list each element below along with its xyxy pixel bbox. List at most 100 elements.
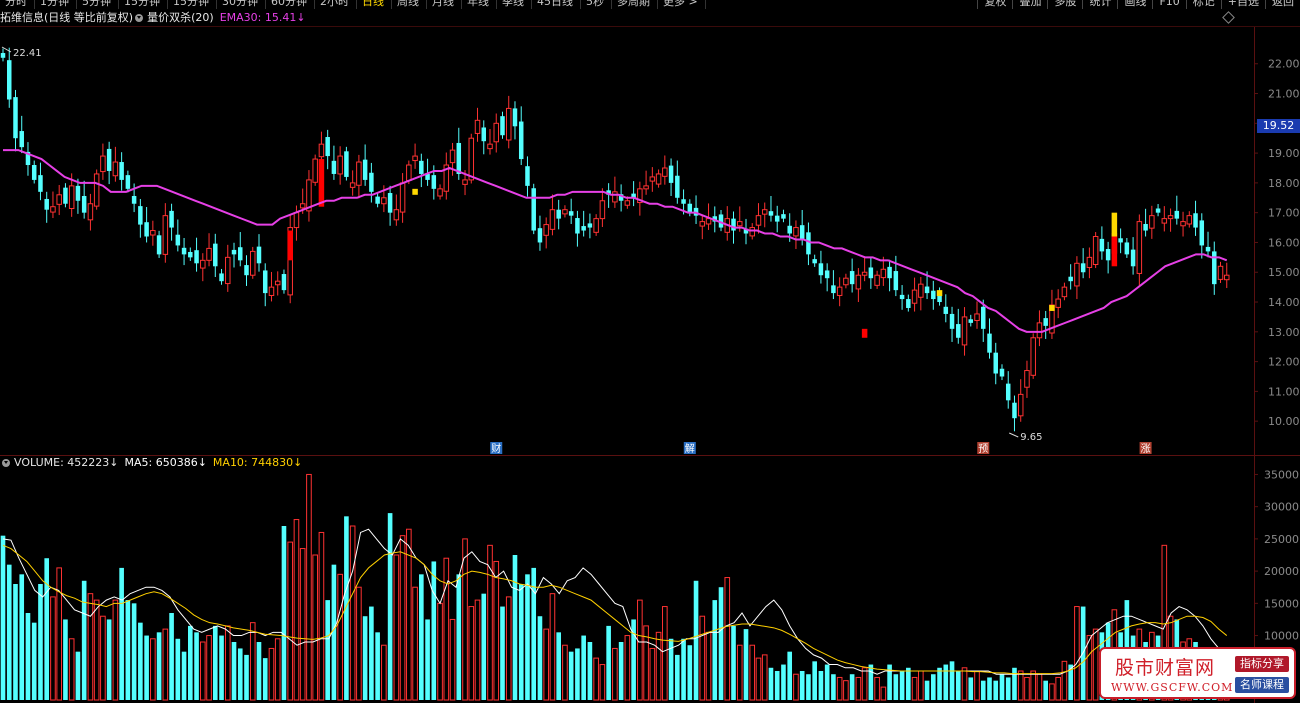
volume-bar xyxy=(38,584,43,700)
candle-body xyxy=(549,209,556,230)
volume-bar xyxy=(724,577,731,701)
volume-bar xyxy=(1061,660,1068,701)
candle-body xyxy=(531,188,536,231)
volume-bar xyxy=(1055,676,1061,701)
candle-body xyxy=(1061,286,1068,298)
volume-bar xyxy=(156,632,162,700)
volume-bar xyxy=(306,473,312,701)
stock-chart[interactable]: 22.0021.0020.0019.0018.0017.0016.0015.00… xyxy=(0,0,1300,703)
volume-bar xyxy=(705,631,712,701)
volume-bar xyxy=(568,651,574,700)
candle-body xyxy=(56,194,62,205)
price-tick-label: 12.00 xyxy=(1268,356,1300,369)
candle-body xyxy=(893,271,899,291)
price-tick-label: 19.00 xyxy=(1268,147,1300,160)
volume-bar xyxy=(587,642,593,700)
volume-bar xyxy=(712,600,718,700)
volume-bar xyxy=(356,586,362,701)
candle-body xyxy=(818,263,824,276)
candle-body xyxy=(562,209,568,215)
volume-bar xyxy=(518,584,524,700)
volume-bar xyxy=(581,635,586,700)
volume-bar xyxy=(543,628,550,701)
candle-body xyxy=(755,215,762,226)
candle-body xyxy=(1012,402,1017,419)
candle-body xyxy=(1143,223,1148,231)
volume-bar xyxy=(906,667,911,700)
volume-bar xyxy=(793,673,799,701)
candle-body xyxy=(1030,337,1036,376)
volume-bar xyxy=(93,599,100,701)
candle-body xyxy=(262,270,268,294)
volume-bar xyxy=(419,574,424,700)
volume-bar xyxy=(818,671,824,700)
signal-candle xyxy=(287,230,293,261)
volume-bar xyxy=(181,651,187,700)
volume-bar xyxy=(918,670,924,701)
candle-body xyxy=(1055,298,1061,308)
volume-bar xyxy=(849,674,855,700)
candle-body xyxy=(668,165,674,183)
volume-bar xyxy=(987,677,992,700)
candle-body xyxy=(799,225,805,240)
volume-bar xyxy=(0,535,6,700)
candle-body xyxy=(1199,220,1205,246)
candle-body xyxy=(824,270,830,279)
volume-bar xyxy=(562,644,568,701)
volume-bar xyxy=(249,622,256,701)
volume-bar xyxy=(449,618,456,701)
volume-bar xyxy=(874,676,880,701)
volume-bar xyxy=(6,564,12,700)
event-marker-label: 财 xyxy=(491,442,501,455)
volume-bar xyxy=(287,541,294,701)
candle-body xyxy=(68,185,75,210)
candle-body xyxy=(593,218,599,233)
candle-body xyxy=(806,232,811,255)
candle-body xyxy=(1043,318,1048,326)
volume-bar xyxy=(256,642,262,700)
candle-body xyxy=(537,228,543,243)
candle-body xyxy=(393,209,400,221)
volume-bar xyxy=(31,622,37,700)
candle-body xyxy=(887,266,892,279)
candle-body xyxy=(874,274,880,286)
candle-body xyxy=(1068,276,1073,282)
volume-bar xyxy=(412,586,418,701)
volume-bar xyxy=(924,680,930,700)
candle-body xyxy=(138,206,143,225)
candle-body xyxy=(449,149,456,164)
candle-body xyxy=(1124,242,1130,255)
volume-bar xyxy=(505,596,512,701)
volume-bar xyxy=(219,635,224,700)
candle-body xyxy=(375,196,380,204)
volume-bar xyxy=(861,667,868,701)
candle-body xyxy=(924,286,930,294)
volume-bar xyxy=(612,647,618,701)
price-tick-label: 16.00 xyxy=(1268,236,1300,249)
candle-body xyxy=(1212,251,1217,285)
volume-bar xyxy=(387,513,393,700)
volume-bar xyxy=(293,519,300,701)
candle-body xyxy=(131,195,137,204)
candle-body xyxy=(543,224,549,236)
price-tick-label: 10.00 xyxy=(1268,415,1300,428)
candle-body xyxy=(1205,246,1211,252)
volume-bar xyxy=(162,628,169,701)
candle-body xyxy=(836,286,843,296)
volume-tick-label: 35000 xyxy=(1264,468,1299,481)
candle-body xyxy=(943,306,949,314)
volume-bar xyxy=(749,644,756,701)
candle-body xyxy=(162,215,169,255)
volume-bar xyxy=(194,632,199,700)
price-tick-label: 14.00 xyxy=(1268,296,1300,309)
volume-bar xyxy=(175,638,181,700)
candle-body xyxy=(150,230,156,236)
volume-bar xyxy=(237,648,243,700)
volume-bar xyxy=(868,664,874,700)
candle-body xyxy=(219,273,224,282)
volume-bar xyxy=(593,657,599,701)
candle-body xyxy=(599,200,606,220)
candle-body xyxy=(194,250,199,264)
candle-body xyxy=(1217,265,1224,280)
volume-bar xyxy=(855,676,862,701)
